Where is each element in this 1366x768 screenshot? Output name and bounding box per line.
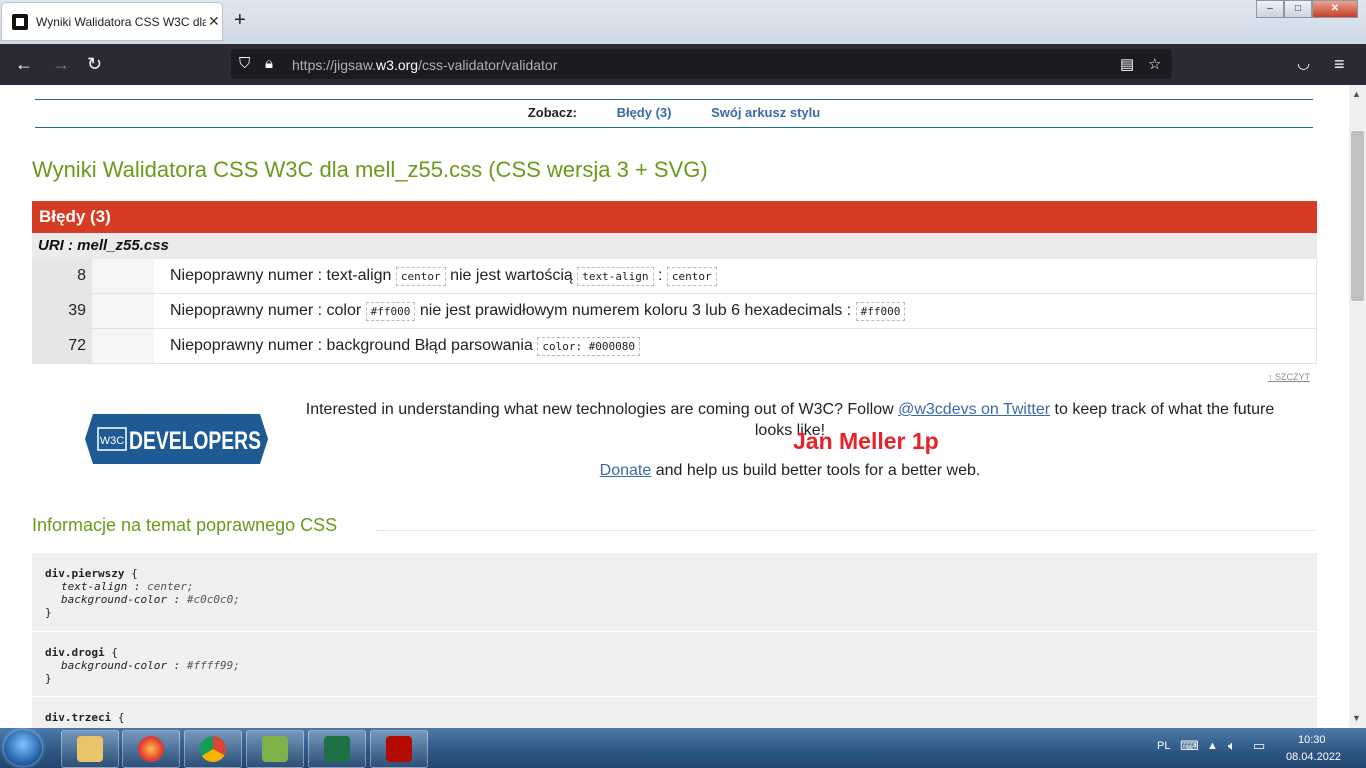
clock-date[interactable]: 08.04.2022 [1286,751,1341,763]
code-snippet: #ff000 [365,302,416,321]
tab-title: Wyniki Walidatora CSS W3C dla mell_z55.c… [36,14,206,29]
uri-row: URI : mell_z55.css [32,233,1317,259]
reload-icon[interactable]: ↻ [87,54,102,74]
errors-header: Błędy (3) [32,201,1317,233]
donate-text: Donate and help us build better tools fo… [599,462,981,479]
navigation-bar: ← → ↻ ⛉ 🔒︎ https://jigsaw.w3.org/css-val… [0,44,1366,85]
maximize-button[interactable]: □ [1284,0,1312,18]
excel-icon [324,736,350,762]
page-title: Wyniki Walidatora CSS W3C dla mell_z55.c… [32,157,708,182]
logo-developers-text: DEVELOPERS [129,427,261,455]
page-content: Zobacz: Błędy (3) Swój arkusz stylu Wyni… [0,85,1349,728]
show-hidden-icons-icon[interactable]: ▲ [1207,740,1218,752]
taskbar-excel[interactable] [308,730,366,768]
new-tab-button[interactable]: + [234,10,246,30]
error-message: Niepoprawny numer : background Błąd pars… [154,328,1317,364]
error-message: Niepoprawny numer : text-align centor ni… [154,259,1317,294]
w3c-developers-logo[interactable]: W3C DEVELOPERS [85,414,268,464]
table-row: 72 Niepoprawny numer : background Błąd p… [32,328,1317,364]
code-snippet: color: #000080 [537,337,641,356]
see-label: Zobacz: [527,105,577,120]
menu-icon[interactable]: ≡ [1334,54,1345,74]
twitter-link[interactable]: @w3cdevs on Twitter [898,401,1050,418]
language-indicator[interactable]: PL [1157,740,1170,752]
scroll-up-icon[interactable]: ▲ [1352,89,1361,99]
pocket-icon[interactable]: ◡ [1297,54,1310,74]
back-icon[interactable]: ← [15,54,33,74]
taskbar-explorer[interactable] [61,730,119,768]
code-snippet: text-align [577,267,654,286]
volume-muted-icon[interactable]: 🔈︎ [1228,738,1236,754]
taskbar-chrome[interactable] [184,730,242,768]
back-to-top-link[interactable]: ↑ SZCZYT [1268,372,1310,382]
close-window-button[interactable]: ✕ [1312,0,1358,18]
error-line-number: 72 [32,328,92,364]
promo-text: Interested in understanding what new tec… [305,401,1275,439]
css-rule-block: div.pierwszy { text-align : center; back… [32,553,1317,631]
code-snippet: centor [666,267,717,286]
address-bar[interactable]: ⛉ 🔒︎ https://jigsaw.w3.org/css-validator… [231,49,1172,79]
browser-tab[interactable]: Wyniki Walidatora CSS W3C dla mell_z55.c… [2,3,222,40]
css-rule-block: div.drogi { background-color : #ffff99; … [32,632,1317,696]
your-stylesheet-link[interactable]: Swój arkusz stylu [711,105,820,120]
code-snippet: #ff000 [855,302,906,321]
windows-taskbar: PL ⌨ ▲ 🔈︎ ▭ 10:30 08.04.2022 [0,728,1366,768]
donate-link[interactable]: Donate [600,462,652,479]
bookmark-star-icon[interactable]: ☆ [1148,55,1161,73]
start-button[interactable] [4,730,42,766]
shield-icon[interactable]: ⛉ [239,55,250,72]
chrome-icon [200,736,226,762]
w3c-favicon-icon [12,13,28,30]
taskbar-acrobat[interactable] [370,730,428,768]
scroll-down-icon[interactable]: ▼ [1352,713,1361,723]
error-message: Niepoprawny numer : color #ff000 nie jes… [154,293,1317,329]
errors-table: 8 Niepoprawny numer : text-align centor … [32,259,1317,364]
errors-link[interactable]: Błędy (3) [617,105,672,120]
page-scrollbar[interactable]: ▲ ▼ [1349,85,1366,728]
taskbar-editor[interactable] [246,730,304,768]
valid-css-heading: Informacje na temat poprawnego CSS [32,515,338,535]
window-controls: – □ ✕ [1256,0,1358,18]
forward-icon[interactable]: → [52,54,70,74]
css-rule-block: div.trzeci { [32,697,1317,728]
table-row: 8 Niepoprawny numer : text-align centor … [32,259,1317,294]
folder-icon [77,736,103,762]
acrobat-icon [386,736,412,762]
lock-icon[interactable]: 🔒︎ [265,55,273,72]
minimize-button[interactable]: – [1256,0,1284,18]
clock-time[interactable]: 10:30 [1298,734,1326,746]
firefox-icon [138,736,164,762]
tab-bar: Wyniki Walidatora CSS W3C dla mell_z55.c… [0,0,1366,44]
keyboard-icon[interactable]: ⌨ [1180,738,1199,754]
table-row: 39 Niepoprawny numer : color #ff000 nie … [32,293,1317,329]
network-icon[interactable]: ▭ [1253,738,1265,754]
code-snippet: centor [395,267,446,286]
see-navigation: Zobacz: Błędy (3) Swój arkusz stylu [35,99,1313,128]
error-line-number: 8 [32,259,92,294]
reader-view-icon[interactable]: ▤ [1120,55,1134,73]
url-text[interactable]: https://jigsaw.w3.org/css-validator/vali… [292,57,557,73]
notepad-plus-icon [262,736,288,762]
close-tab-icon[interactable]: ✕ [208,13,220,30]
taskbar-firefox[interactable] [122,730,180,768]
scroll-thumb[interactable] [1351,131,1364,301]
author-overlay-text: Jan Meller 1p [793,428,939,454]
logo-w3c-text: W3C [100,435,125,447]
error-line-number: 39 [32,293,92,329]
